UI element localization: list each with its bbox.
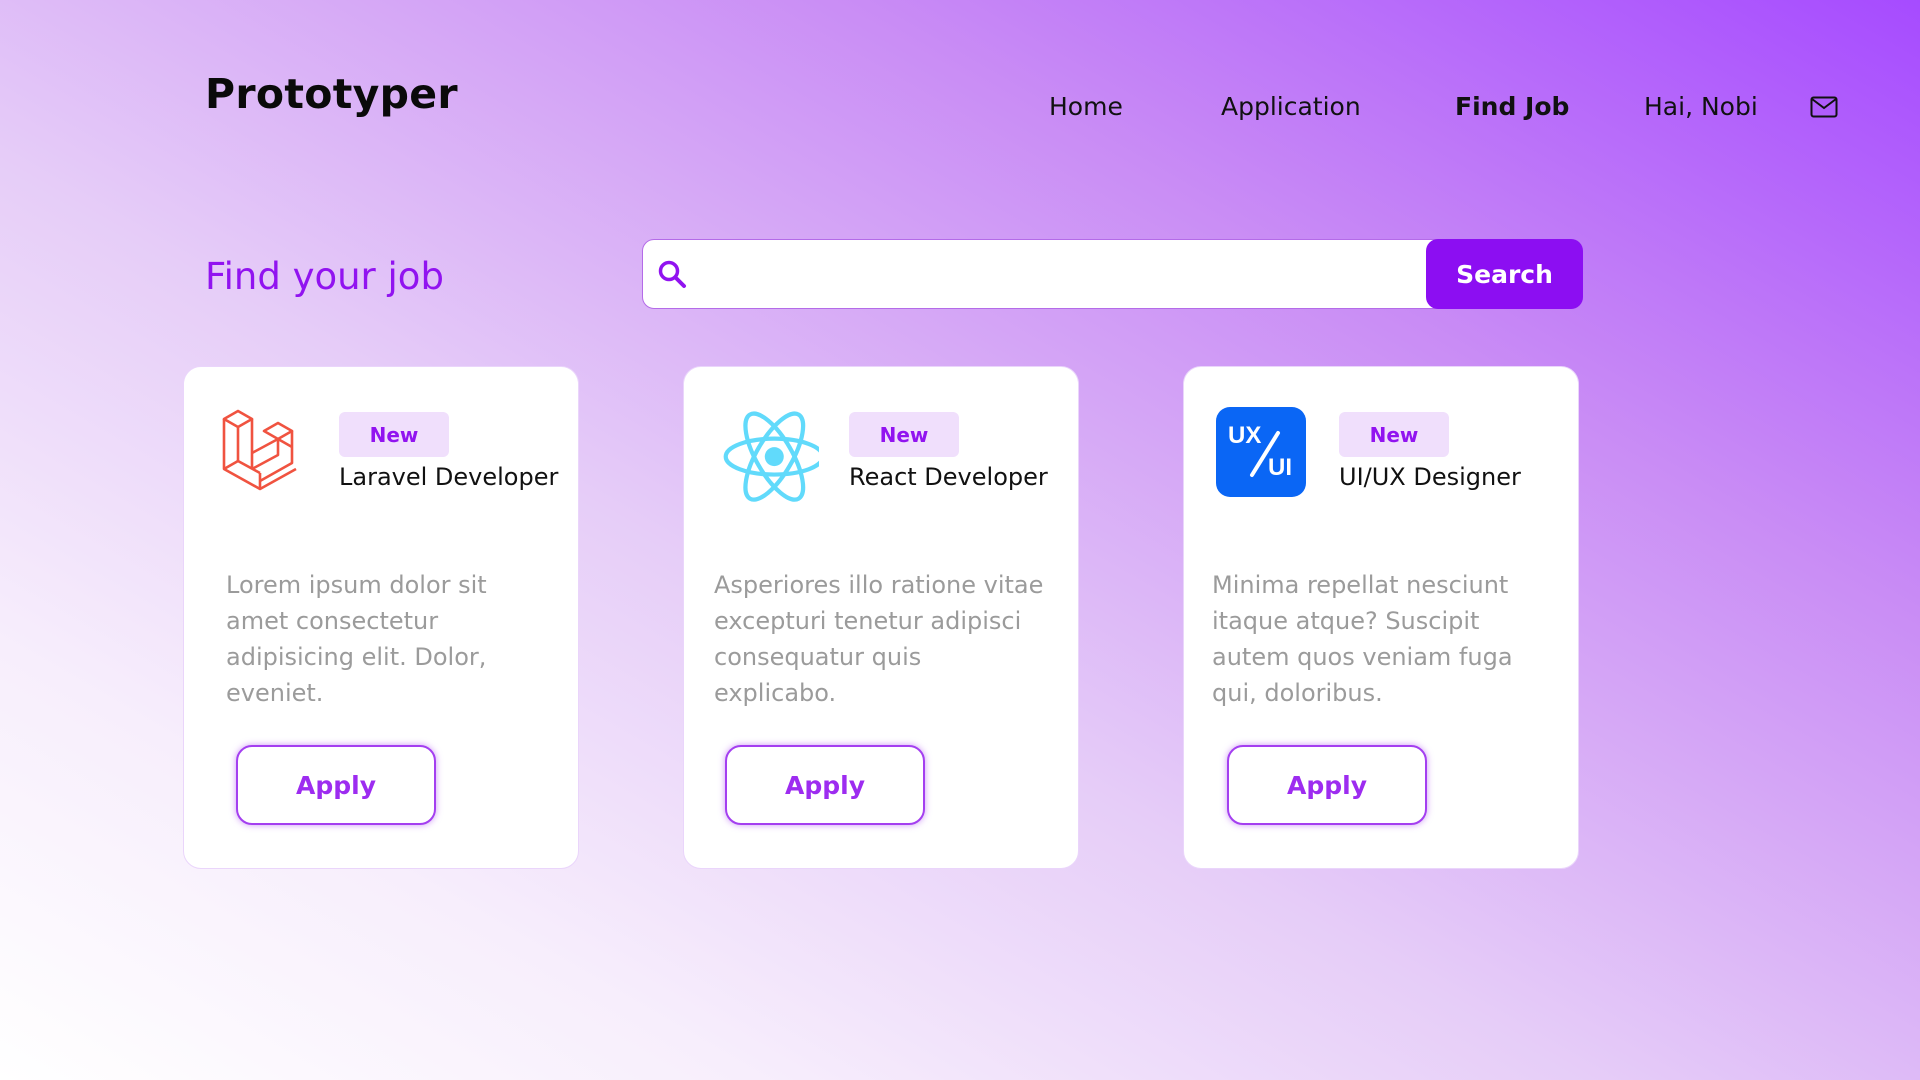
mail-icon[interactable]: [1810, 96, 1838, 118]
job-card-uiux: UX UI New UI/UX Designer Minima repellat…: [1183, 366, 1579, 869]
job-card-laravel: New Laravel Developer Lorem ipsum dolor …: [183, 366, 579, 869]
react-logo: [723, 411, 819, 502]
new-badge: New: [1339, 412, 1449, 457]
job-description: Lorem ipsum dolor sit amet consectetur a…: [226, 571, 487, 707]
apply-button[interactable]: Apply: [725, 745, 925, 825]
job-description: Minima repellat nesciunt itaque atque? S…: [1212, 571, 1513, 707]
new-badge: New: [849, 412, 959, 457]
apply-button[interactable]: Apply: [1227, 745, 1427, 825]
nav-find-job[interactable]: Find Job: [1455, 92, 1569, 121]
nav-application[interactable]: Application: [1221, 92, 1361, 121]
search-icon: [658, 260, 686, 288]
job-title: Laravel Developer: [339, 463, 559, 491]
nav-home[interactable]: Home: [1049, 92, 1123, 121]
nav-user-greeting[interactable]: Hai, Nobi: [1644, 92, 1758, 121]
new-badge: New: [339, 412, 449, 457]
uxui-logo: UX UI: [1216, 407, 1306, 497]
main-nav: Home Application Find Job Hai, Nobi: [0, 92, 1920, 122]
svg-text:UI: UI: [1268, 454, 1292, 481]
job-title: UI/UX Designer: [1339, 463, 1521, 491]
apply-button[interactable]: Apply: [236, 745, 436, 825]
search-input[interactable]: [699, 248, 1399, 300]
job-card-react: New React Developer Asperiores illo rati…: [683, 366, 1079, 869]
page-title: Find your job: [205, 255, 444, 298]
svg-text:UX: UX: [1228, 422, 1261, 449]
job-description: Asperiores illo ratione vitae excepturi …: [714, 571, 1044, 707]
search-button[interactable]: Search: [1426, 239, 1583, 309]
laravel-logo: [222, 409, 297, 491]
job-title: React Developer: [849, 463, 1048, 491]
